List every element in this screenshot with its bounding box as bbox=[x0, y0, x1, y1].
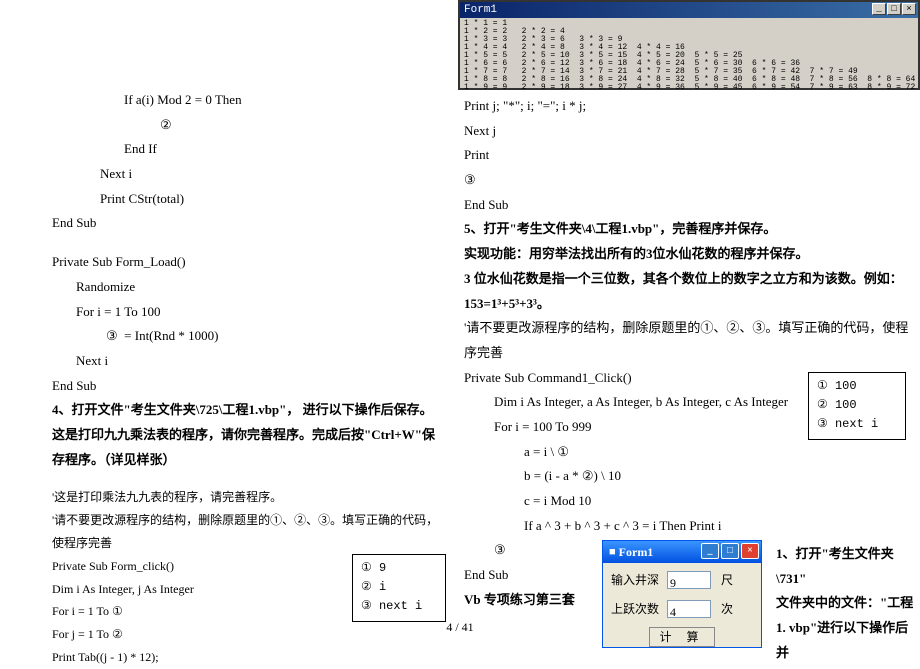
close-button[interactable]: × bbox=[741, 543, 759, 559]
question-5-line1: 5、打开"考生文件夹\4\工程1.vbp"，完善程序并保存。 bbox=[464, 217, 912, 242]
code-line: b = (i - a * ②) \ 10 bbox=[464, 464, 912, 489]
multiplication-output-window: Form1 _ □ × 1 * 1 = 1 1 * 2 = 2 2 * 2 = … bbox=[458, 0, 920, 90]
answer-line: ② i bbox=[361, 578, 437, 597]
window-title: Form1 bbox=[464, 0, 497, 20]
code-line: End Sub bbox=[28, 211, 446, 236]
code-line: Print bbox=[464, 143, 912, 168]
question-4-line1: 4、打开文件"考生文件夹\725\工程1.vbp"， 进行以下操作后保存。 bbox=[28, 398, 446, 423]
jumps-input[interactable]: 4 bbox=[667, 600, 711, 618]
depth-input[interactable]: 9 bbox=[667, 571, 711, 589]
comment-line: '请不要更改源程序的结构，删除原题里的①、②、③。填写正确的代码，使程序完善 bbox=[464, 316, 912, 365]
code-line: ③ = Int(Rnd * 1000) bbox=[28, 324, 446, 349]
answer-line: ③ next i bbox=[817, 415, 897, 434]
answer-line: ① 9 bbox=[361, 559, 437, 578]
code-line: For j = 1 To ② bbox=[28, 623, 446, 646]
code-line: Next i bbox=[28, 349, 446, 374]
code-line: End If bbox=[28, 137, 446, 162]
page-number: 4 / 41 bbox=[446, 616, 473, 639]
code-line: End Sub bbox=[464, 193, 912, 218]
code-line: If a ^ 3 + b ^ 3 + c ^ 3 = i Then Print … bbox=[464, 514, 912, 539]
depth-label: 输入井深 bbox=[611, 569, 667, 592]
question-5-line2: 实现功能：用穷举法找出所有的3位水仙花数的程序并保存。 bbox=[464, 242, 912, 267]
left-column: If a(i) Mod 2 = 0 Then ② End If Next i P… bbox=[0, 0, 458, 651]
window-title: Form1 bbox=[619, 541, 654, 564]
code-line: Randomize bbox=[28, 275, 446, 300]
jumps-unit: 次 bbox=[721, 598, 733, 621]
code-line: Print j; "*"; i; "="; i * j; bbox=[464, 94, 912, 119]
calculate-button[interactable]: 计 算 bbox=[649, 627, 715, 647]
answer-box-q5: ① 100 ② 100 ③ next i bbox=[808, 372, 906, 440]
jumps-label: 上跃次数 bbox=[611, 598, 667, 621]
comment-line: '请不要更改源程序的结构，删除原题里的①、②、③。填写正确的代码，使程序完善 bbox=[28, 509, 446, 555]
window-titlebar[interactable]: Form1 _ □ × bbox=[460, 2, 918, 18]
code-line: a = i \ ① bbox=[464, 440, 912, 465]
depth-unit: 尺 bbox=[721, 569, 733, 592]
code-line: ② bbox=[28, 113, 446, 138]
code-line: Print Tab((j - 1) * 12); bbox=[28, 646, 446, 669]
maximize-button[interactable]: □ bbox=[887, 3, 901, 15]
minimize-button[interactable]: _ bbox=[701, 543, 719, 559]
form1-dialog: ■ Form1 _ □ × 输入井深 9 尺 上跃次数 4 次 计 算 bbox=[602, 540, 762, 648]
code-line: For i = 1 To 100 bbox=[28, 300, 446, 325]
answer-box-q4: ① 9 ② i ③ next i bbox=[352, 554, 446, 622]
code-line: End Sub bbox=[28, 374, 446, 399]
code-line: Private Sub Form_Load() bbox=[28, 250, 446, 275]
close-button[interactable]: × bbox=[902, 3, 916, 15]
answer-line: ① 100 bbox=[817, 377, 897, 396]
code-line: Next i bbox=[28, 162, 446, 187]
question-4-line2: 这是打印九九乘法表的程序，请你完善程序。完成后按"Ctrl+W"保存程序。（详见… bbox=[28, 423, 446, 472]
question-1-text: 1、打开"考生文件夹\731" 文件夹中的文件："工程 1. vbp"进行以下操… bbox=[776, 542, 914, 665]
code-line: c = i Mod 10 bbox=[464, 489, 912, 514]
window-titlebar[interactable]: ■ Form1 _ □ × bbox=[603, 541, 761, 563]
answer-line: ② 100 bbox=[817, 396, 897, 415]
maximize-button[interactable]: □ bbox=[721, 543, 739, 559]
code-line: Print CStr(total) bbox=[28, 187, 446, 212]
code-line: ③ bbox=[464, 168, 912, 193]
code-line: Next j bbox=[464, 119, 912, 144]
question-5-line3: 3 位水仙花数是指一个三位数，其各个数位上的数字之立方和为该数。例如：153=1… bbox=[464, 267, 912, 316]
comment-line: '这是打印乘法九九表的程序，请完善程序。 bbox=[28, 486, 446, 509]
code-line: If a(i) Mod 2 = 0 Then bbox=[28, 88, 446, 113]
answer-line: ③ next i bbox=[361, 597, 437, 616]
multiplication-table: 1 * 1 = 1 1 * 2 = 2 2 * 2 = 4 1 * 3 = 3 … bbox=[460, 18, 918, 94]
minimize-button[interactable]: _ bbox=[872, 3, 886, 15]
